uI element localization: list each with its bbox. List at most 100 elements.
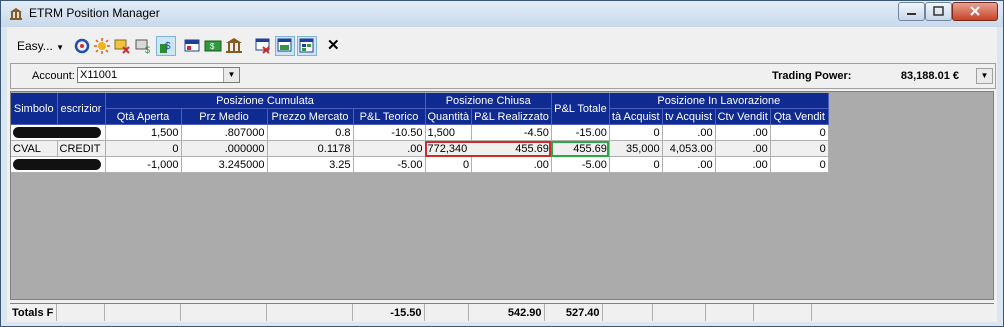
totals-empty <box>266 304 353 321</box>
grid-check-icon <box>299 38 314 53</box>
col-prz-medio[interactable]: Prz Medio <box>181 108 268 125</box>
dropdown-arrow-icon: ▼ <box>56 43 65 52</box>
col-pl-teorico[interactable]: P&L Teorico <box>353 108 426 125</box>
cell-qta-acquisti: 0 <box>609 124 663 141</box>
flag-icon: $ <box>160 41 171 53</box>
totals-bar: Totals F -15.50 542.90 527.40 <box>10 303 994 322</box>
col-pl-totale[interactable]: P&L Totale <box>551 93 610 125</box>
title-bar[interactable]: ETRM Position Manager <box>1 1 1003 27</box>
account-label: Account: <box>32 70 75 82</box>
col-qta-acquisti[interactable]: tà Acquist <box>609 108 663 125</box>
positions-table: Simbolo escrizior Posizione Cumulata Pos… <box>11 93 829 173</box>
svg-text:$: $ <box>145 45 150 55</box>
trading-power-label: Trading Power: <box>772 70 852 82</box>
redacted-symbol <box>11 124 106 141</box>
totals-empty <box>424 304 469 321</box>
toolbar: Easy... ▼ $ $ $ ✕ <box>7 31 997 61</box>
bank-icon <box>10 8 22 20</box>
redaction-mark <box>13 127 101 139</box>
account-bar: Account: X11001 ▼ Trading Power: 83,188.… <box>10 63 996 89</box>
cell-ctv-acquisti: 4,053.00 <box>662 140 716 157</box>
cell-ctv-vendite: .00 <box>715 156 771 173</box>
money-icon[interactable]: $ <box>204 37 222 55</box>
col-qta-aperta[interactable]: Qtà Aperta <box>105 108 182 125</box>
group-posizione-cumulata: Posizione Cumulata <box>105 93 426 109</box>
cell-pl-totale: 455.69 <box>551 140 610 157</box>
cell-qta-vendite: 0 <box>770 156 829 173</box>
col-pl-realizzato[interactable]: P&L Realizzato <box>471 108 552 125</box>
cell-qta-acquisti: 35,000 <box>609 140 663 157</box>
cell-quantita: 0 <box>425 156 473 173</box>
col-ctv-acquisti[interactable]: tv Acquist <box>662 108 716 125</box>
grid-check-toggle[interactable] <box>297 36 317 56</box>
highlight-box-red: 772,340 455.69 <box>425 140 552 157</box>
cell-pl-totale: -5.00 <box>551 156 610 173</box>
cell-ctv-vendite: .00 <box>715 124 771 141</box>
col-ctv-vendite[interactable]: Ctv Vendit <box>715 108 771 125</box>
svg-text:$: $ <box>210 42 215 51</box>
totals-empty <box>753 304 812 321</box>
totals-empty <box>104 304 181 321</box>
cell-pl-teorico: -10.50 <box>353 124 426 141</box>
window-check-icon <box>277 38 292 52</box>
totals-table: Totals F -15.50 542.90 527.40 <box>10 304 812 321</box>
cell-qta-vendite: 0 <box>770 140 829 157</box>
trading-power-value: 83,188.01 € <box>900 70 959 82</box>
cell-qta-aperta: 1,500 <box>105 124 182 141</box>
table-row[interactable]: 1,500 .807000 0.8 -10.50 1,500 -4.50 -15… <box>11 124 829 141</box>
window-blue-icon[interactable] <box>183 37 201 55</box>
cell-descrizione: CREDIT <box>57 140 106 157</box>
totals-empty <box>602 304 653 321</box>
chevron-down-icon[interactable]: ▼ <box>223 68 239 82</box>
totals-empty <box>56 304 105 321</box>
totals-pl-teorico: -15.50 <box>352 304 425 321</box>
cell-pl-totale: -15.00 <box>551 124 610 141</box>
close-window-button[interactable] <box>952 2 998 21</box>
cell-simbolo: CVAL <box>11 140 58 157</box>
window-check-toggle[interactable] <box>275 36 295 56</box>
window-remove-icon[interactable] <box>254 37 272 55</box>
table-row[interactable]: -1,000 3.245000 3.25 -5.00 0 .00 -5.00 0… <box>11 156 829 173</box>
card-delete-icon[interactable] <box>113 37 131 55</box>
totals-empty <box>652 304 706 321</box>
cell-pl-teorico: -5.00 <box>353 156 426 173</box>
col-qta-vendite[interactable]: Qta Vendit <box>770 108 829 125</box>
refresh-icon[interactable] <box>73 37 91 55</box>
table-row[interactable]: CVAL CREDIT 0 .000000 0.1178 .00 772,340… <box>11 140 829 157</box>
col-descrizione[interactable]: escrizior <box>57 93 106 125</box>
col-prezzo-mercato[interactable]: Prezzo Mercato <box>267 108 354 125</box>
bank-icon[interactable] <box>225 37 243 55</box>
cell-qta-vendite: 0 <box>770 124 829 141</box>
flag-dollar-toggle[interactable]: $ <box>156 36 176 56</box>
easy-menu-button[interactable]: Easy... ▼ <box>17 39 64 53</box>
maximize-button[interactable] <box>925 2 952 21</box>
header-group-row: Simbolo escrizior Posizione Cumulata Pos… <box>11 93 829 125</box>
redacted-symbol <box>11 156 106 173</box>
sun-icon[interactable] <box>93 37 111 55</box>
totals-row: Totals F -15.50 542.90 527.40 <box>10 304 812 321</box>
maximize-icon <box>933 6 944 16</box>
trading-power-dropdown[interactable]: ▼ <box>976 68 993 84</box>
window-right-border <box>997 27 1003 322</box>
minimize-button[interactable] <box>898 2 925 21</box>
cell-ctv-acquisti: .00 <box>662 124 716 141</box>
account-value: X11001 <box>80 69 118 81</box>
cell-quantita: 772,340 <box>427 142 468 155</box>
account-select[interactable]: X11001 ▼ <box>77 67 240 83</box>
cell-qta-aperta: -1,000 <box>105 156 182 173</box>
window-title: ETRM Position Manager <box>29 6 160 20</box>
cell-prz-medio: 3.245000 <box>181 156 268 173</box>
positions-grid: Simbolo escrizior Posizione Cumulata Pos… <box>10 91 994 300</box>
cell-prezzo-mercato: 0.1178 <box>267 140 354 157</box>
svg-text:$: $ <box>165 41 171 52</box>
cell-prz-medio: .000000 <box>181 140 268 157</box>
toolbar-close-button[interactable]: ✕ <box>327 36 340 54</box>
cell-ctv-vendite: .00 <box>715 140 771 157</box>
col-quantita[interactable]: Quantità <box>425 108 473 125</box>
totals-pl-totale: 527.40 <box>544 304 603 321</box>
group-posizione-chiusa: Posizione Chiusa <box>425 93 552 109</box>
window-client-area: Easy... ▼ $ $ $ ✕ Account: X11001 ▼ Trad… <box>7 27 997 322</box>
col-simbolo[interactable]: Simbolo <box>11 93 58 125</box>
card-price-icon[interactable]: $ <box>134 37 152 55</box>
minimize-icon <box>907 13 916 15</box>
